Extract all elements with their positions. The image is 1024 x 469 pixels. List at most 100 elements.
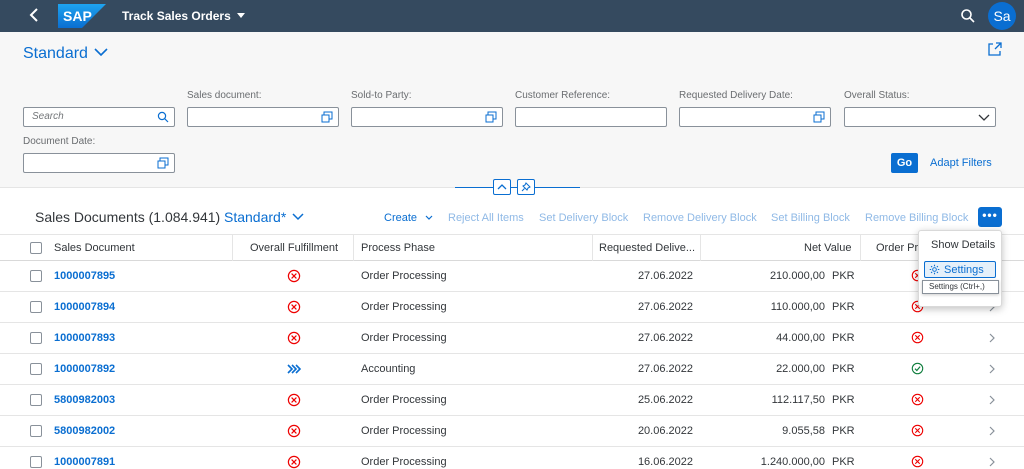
filter-header: Standard Sales document: Sold-to Party: …	[0, 32, 1024, 195]
column-requested-delivery-date[interactable]: Requested Delive...	[599, 242, 695, 254]
requested-delivery-date: 27.06.2022	[637, 332, 693, 344]
go-button[interactable]: Go	[891, 153, 918, 173]
settings-menu-item[interactable]: Settings	[924, 261, 996, 278]
row-checkbox[interactable]	[30, 332, 42, 344]
fulfillment-error-icon	[287, 269, 301, 283]
column-overall-fulfillment[interactable]: Overall Fulfillment	[250, 242, 338, 254]
value-help-icon[interactable]	[321, 111, 333, 123]
overall-status-label: Overall Status:	[844, 90, 910, 101]
chevron-right-icon[interactable]	[988, 426, 996, 436]
net-value: 22.000,00	[776, 363, 825, 375]
collapse-header-button[interactable]	[493, 179, 511, 195]
process-phase: Accounting	[361, 363, 416, 375]
column-net-value[interactable]: Net Value	[804, 242, 852, 254]
table-row[interactable]: 5800982002 Order Processing 20.06.2022 9…	[0, 416, 1024, 447]
column-divider	[592, 235, 593, 261]
row-checkbox[interactable]	[30, 301, 42, 313]
app-title: Track Sales Orders	[122, 9, 231, 23]
document-date-field[interactable]	[23, 153, 175, 173]
table-row[interactable]: 1000007892 Accounting 27.06.2022 22.000,…	[0, 354, 1024, 385]
row-checkbox[interactable]	[30, 394, 42, 406]
table-row[interactable]: 1000007894 Order Processing 27.06.2022 1…	[0, 292, 1024, 323]
order-status-error-icon	[911, 331, 924, 344]
chevron-right-icon[interactable]	[988, 364, 996, 374]
value-help-icon[interactable]	[813, 111, 825, 123]
process-phase: Order Processing	[361, 456, 447, 468]
column-divider	[232, 235, 233, 261]
sales-document-link[interactable]: 1000007894	[54, 301, 115, 313]
table-variant-selector[interactable]: Standard*	[224, 209, 304, 225]
order-status-error-icon	[911, 393, 924, 406]
column-divider	[860, 235, 861, 261]
select-all-checkbox[interactable]	[30, 242, 42, 254]
overflow-menu-button[interactable]: •••	[978, 207, 1002, 227]
table-row[interactable]: 1000007893 Order Processing 27.06.2022 4…	[0, 323, 1024, 354]
sales-document-link[interactable]: 5800982003	[54, 394, 115, 406]
chevron-right-icon[interactable]	[988, 333, 996, 343]
value-help-icon[interactable]	[485, 111, 497, 123]
currency: PKR	[832, 332, 855, 344]
row-checkbox[interactable]	[30, 456, 42, 468]
value-help-icon[interactable]	[157, 157, 169, 169]
sap-logo[interactable]: SAP	[58, 4, 106, 28]
search-icon[interactable]	[960, 8, 976, 24]
column-process-phase[interactable]: Process Phase	[361, 242, 435, 254]
gear-icon	[929, 264, 940, 275]
currency: PKR	[832, 363, 855, 375]
chevron-down-icon	[94, 48, 108, 57]
requested-delivery-date-field[interactable]	[679, 107, 831, 127]
order-status-error-icon	[911, 424, 924, 437]
table-row[interactable]: 5800982003 Order Processing 25.06.2022 1…	[0, 385, 1024, 416]
variant-selector[interactable]: Standard	[23, 45, 108, 63]
sales-document-link[interactable]: 1000007891	[54, 456, 115, 468]
search-placeholder: Search	[32, 111, 64, 122]
fulfillment-error-icon	[287, 300, 301, 314]
requested-delivery-date: 20.06.2022	[637, 425, 693, 437]
row-checkbox[interactable]	[30, 270, 42, 282]
back-icon[interactable]	[29, 7, 45, 25]
sales-document-link[interactable]: 1000007893	[54, 332, 115, 344]
pin-header-button[interactable]	[517, 179, 535, 195]
row-checkbox[interactable]	[30, 363, 42, 375]
search-input[interactable]: Search	[23, 107, 175, 127]
caret-down-icon	[236, 13, 245, 18]
row-checkbox[interactable]	[30, 425, 42, 437]
show-details-menu-item[interactable]: Show Details	[931, 239, 995, 251]
sales-document-link[interactable]: 1000007895	[54, 270, 115, 282]
table-row[interactable]: 1000007891 Order Processing 16.06.2022 1…	[0, 447, 1024, 469]
overall-status-select[interactable]	[844, 107, 996, 127]
set-delivery-block-button[interactable]: Set Delivery Block	[539, 212, 628, 224]
column-sales-document[interactable]: Sales Document	[54, 242, 135, 254]
sales-document-link[interactable]: 1000007892	[54, 363, 115, 375]
process-phase: Order Processing	[361, 425, 447, 437]
remove-delivery-block-button[interactable]: Remove Delivery Block	[643, 212, 757, 224]
reject-all-items-button[interactable]: Reject All Items	[448, 212, 524, 224]
app-title-menu[interactable]: Track Sales Orders	[122, 9, 245, 23]
sales-document-link[interactable]: 5800982002	[54, 425, 115, 437]
net-value: 110.000,00	[770, 301, 825, 313]
net-value: 112.117,50	[771, 394, 825, 406]
chevron-right-icon[interactable]	[988, 395, 996, 405]
currency: PKR	[832, 394, 855, 406]
adapt-filters-button[interactable]: Adapt Filters	[930, 157, 992, 169]
shell-bar: SAP Track Sales Orders Sa	[0, 0, 1024, 32]
table-row[interactable]: 1000007895 Order Processing 27.06.2022 2…	[0, 261, 1024, 292]
create-label: Create	[384, 212, 418, 224]
create-menu-button[interactable]: Create	[384, 212, 433, 224]
share-icon[interactable]	[988, 42, 1002, 56]
set-billing-block-button[interactable]: Set Billing Block	[771, 212, 850, 224]
remove-billing-block-button[interactable]: Remove Billing Block	[865, 212, 968, 224]
column-divider	[700, 235, 701, 261]
sold-to-party-field[interactable]	[351, 107, 503, 127]
chevron-right-icon[interactable]	[988, 457, 996, 467]
settings-tooltip: Settings (Ctrl+,)	[922, 280, 999, 294]
fulfillment-in-progress-icon	[287, 362, 302, 376]
customer-reference-field[interactable]	[515, 107, 667, 127]
fulfillment-error-icon	[287, 455, 301, 469]
table-title: Sales Documents (1.084.941)	[35, 209, 221, 225]
currency: PKR	[832, 270, 855, 282]
search-icon[interactable]	[157, 111, 169, 123]
user-avatar[interactable]: Sa	[988, 2, 1016, 30]
variant-label: Standard	[23, 45, 88, 62]
sales-document-field[interactable]	[187, 107, 339, 127]
